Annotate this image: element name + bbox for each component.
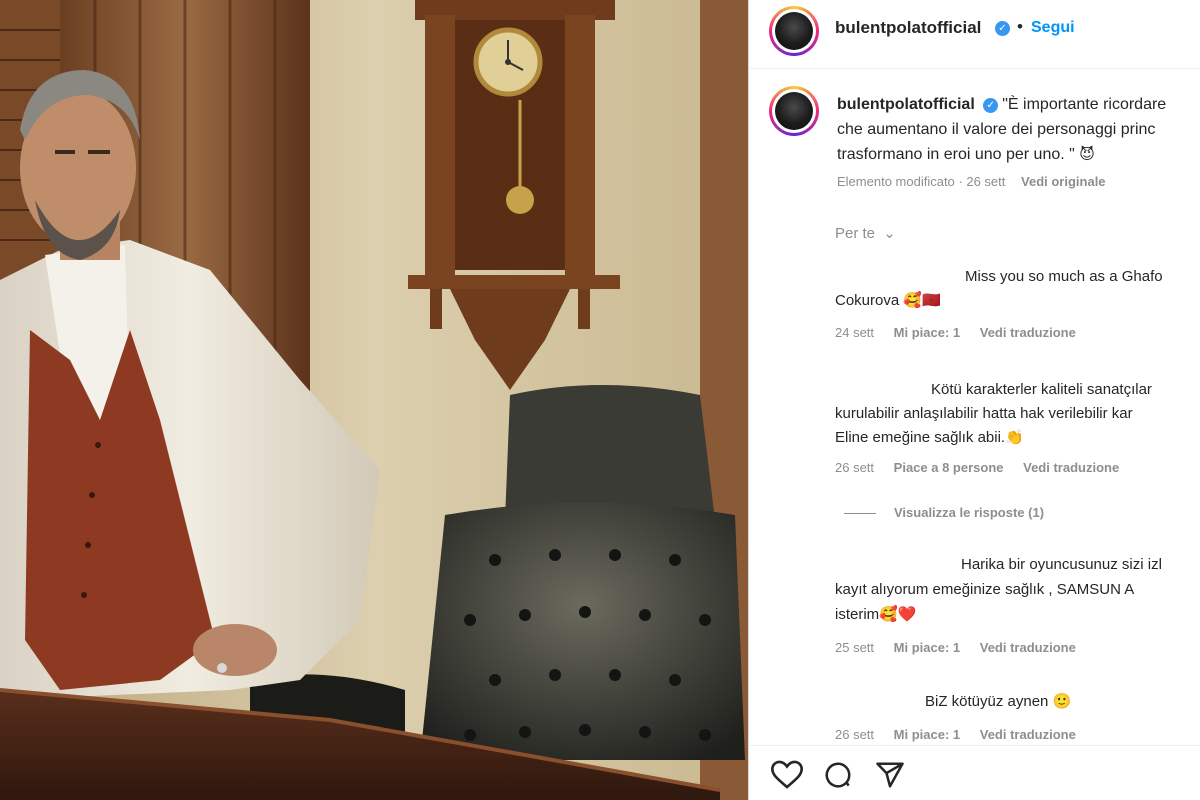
comment-4-emoji-icon: 🙂 (1052, 693, 1072, 710)
caption-line-2: che aumentano il valore dei personaggi p… (837, 121, 1156, 138)
comment-1-line-2-wrap: Cokurova 🥰🇲🇦 (835, 289, 941, 313)
comment-2-line-1: Kötü karakterler kaliteli sanatçılar (931, 381, 1152, 398)
comment-1-line-1: Miss you so much as a Ghafo (965, 268, 1163, 285)
caption-line-1: "È importante ricordare (1002, 96, 1167, 113)
comment-2-likes[interactable]: Piace a 8 persone (894, 460, 1004, 475)
comment-1-line-2: Cokurova (835, 292, 900, 309)
chevron-down-icon: ⌄ (883, 225, 896, 242)
comment-2-line-3-wrap: Eline emeğine sağlık abii.👏 (835, 426, 1024, 450)
follow-button[interactable]: Segui (1031, 19, 1075, 37)
caption-author-avatar[interactable] (769, 86, 819, 136)
comment-2-line-3: Eline emeğine sağlık abii. (835, 429, 1006, 446)
caption-age: 26 sett (966, 174, 1006, 189)
verified-badge-icon: ✓ (995, 21, 1010, 36)
comment-4-line-1: BiZ kötüyüz aynen (925, 693, 1049, 710)
comment-filter-label: Per te (835, 225, 876, 242)
comment-3-emoji-icon: 🥰❤️ (879, 606, 917, 623)
post-header: bulentpolatofficial ✓ • Segui (749, 0, 1200, 69)
comment-4-likes[interactable]: Mi piace: 1 (894, 727, 960, 742)
share-icon[interactable] (875, 760, 905, 790)
comment-1-translate-link[interactable]: Vedi traduzione (980, 325, 1076, 340)
comment-1-age: 24 sett (835, 325, 875, 340)
comment-3-age: 25 sett (835, 640, 875, 655)
comment-1-meta: 24 sett Mi piace: 1 Vedi traduzione (835, 325, 1076, 340)
header-separator: • (1017, 17, 1023, 36)
devil-emoji-icon: 😈 (1079, 146, 1095, 163)
caption-line-3: trasformano in eroi uno per uno. " (837, 146, 1075, 163)
comment-2-meta: 26 sett Piace a 8 persone Vedi traduzion… (835, 460, 1119, 475)
comment-2-age: 26 sett (835, 460, 875, 475)
heart-icon[interactable] (771, 760, 803, 790)
post-side-panel: bulentpolatofficial ✓ • Segui bulentpola… (749, 0, 1200, 800)
post-action-bar (749, 745, 1200, 800)
comment-4-translate-link[interactable]: Vedi traduzione (980, 727, 1076, 742)
comment-filter-dropdown[interactable]: Per te ⌄ (835, 224, 896, 242)
comment-icon[interactable] (823, 760, 853, 790)
comment-4-line-1-wrap: BiZ kötüyüz aynen 🙂 (925, 690, 1071, 714)
office-portrait-image (0, 0, 748, 800)
caption-verified-icon: ✓ (983, 98, 999, 113)
comment-2-line-2: kurulabilir anlaşılabilir hatta hak veri… (835, 405, 1133, 422)
post-photo[interactable] (0, 0, 748, 800)
comment-3-line-1: Harika bir oyuncusunuz sizi izl (961, 556, 1162, 573)
edited-label: Elemento modificato (837, 174, 955, 189)
comment-4-age: 26 sett (835, 727, 875, 742)
post-caption: bulentpolatofficial ✓ "È importante ricor… (837, 92, 1200, 167)
replies-line-icon (844, 513, 876, 515)
see-original-link[interactable]: Vedi originale (1021, 174, 1106, 189)
author-username[interactable]: bulentpolatofficial (835, 18, 981, 38)
comment-3-line-2: kayıt alıyorum emeğinize sağlık , SAMSUN… (835, 581, 1135, 598)
comment-3-line-3-wrap: isterim🥰❤️ (835, 603, 917, 627)
comment-1-likes[interactable]: Mi piace: 1 (894, 325, 960, 340)
comment-3-line-3: isterim (835, 606, 880, 623)
comment-2-translate-link[interactable]: Vedi traduzione (1023, 460, 1119, 475)
caption-username[interactable]: bulentpolatofficial (837, 96, 975, 113)
caption-meta: Elemento modificato · 26 sett Vedi origi… (837, 174, 1106, 189)
view-replies-label: Visualizza le risposte (1) (894, 505, 1045, 520)
comment-3-likes[interactable]: Mi piace: 1 (894, 640, 960, 655)
comment-1-emoji-icon: 🥰🇲🇦 (903, 292, 941, 309)
comment-3-translate-link[interactable]: Vedi traduzione (980, 640, 1076, 655)
comment-4-meta: 26 sett Mi piace: 1 Vedi traduzione (835, 727, 1076, 742)
comment-2-emoji-icon: 👏 (1005, 429, 1024, 446)
view-replies-button[interactable]: Visualizza le risposte (1) (844, 505, 1044, 520)
author-avatar[interactable] (769, 6, 819, 56)
comment-3-meta: 25 sett Mi piace: 1 Vedi traduzione (835, 640, 1076, 655)
